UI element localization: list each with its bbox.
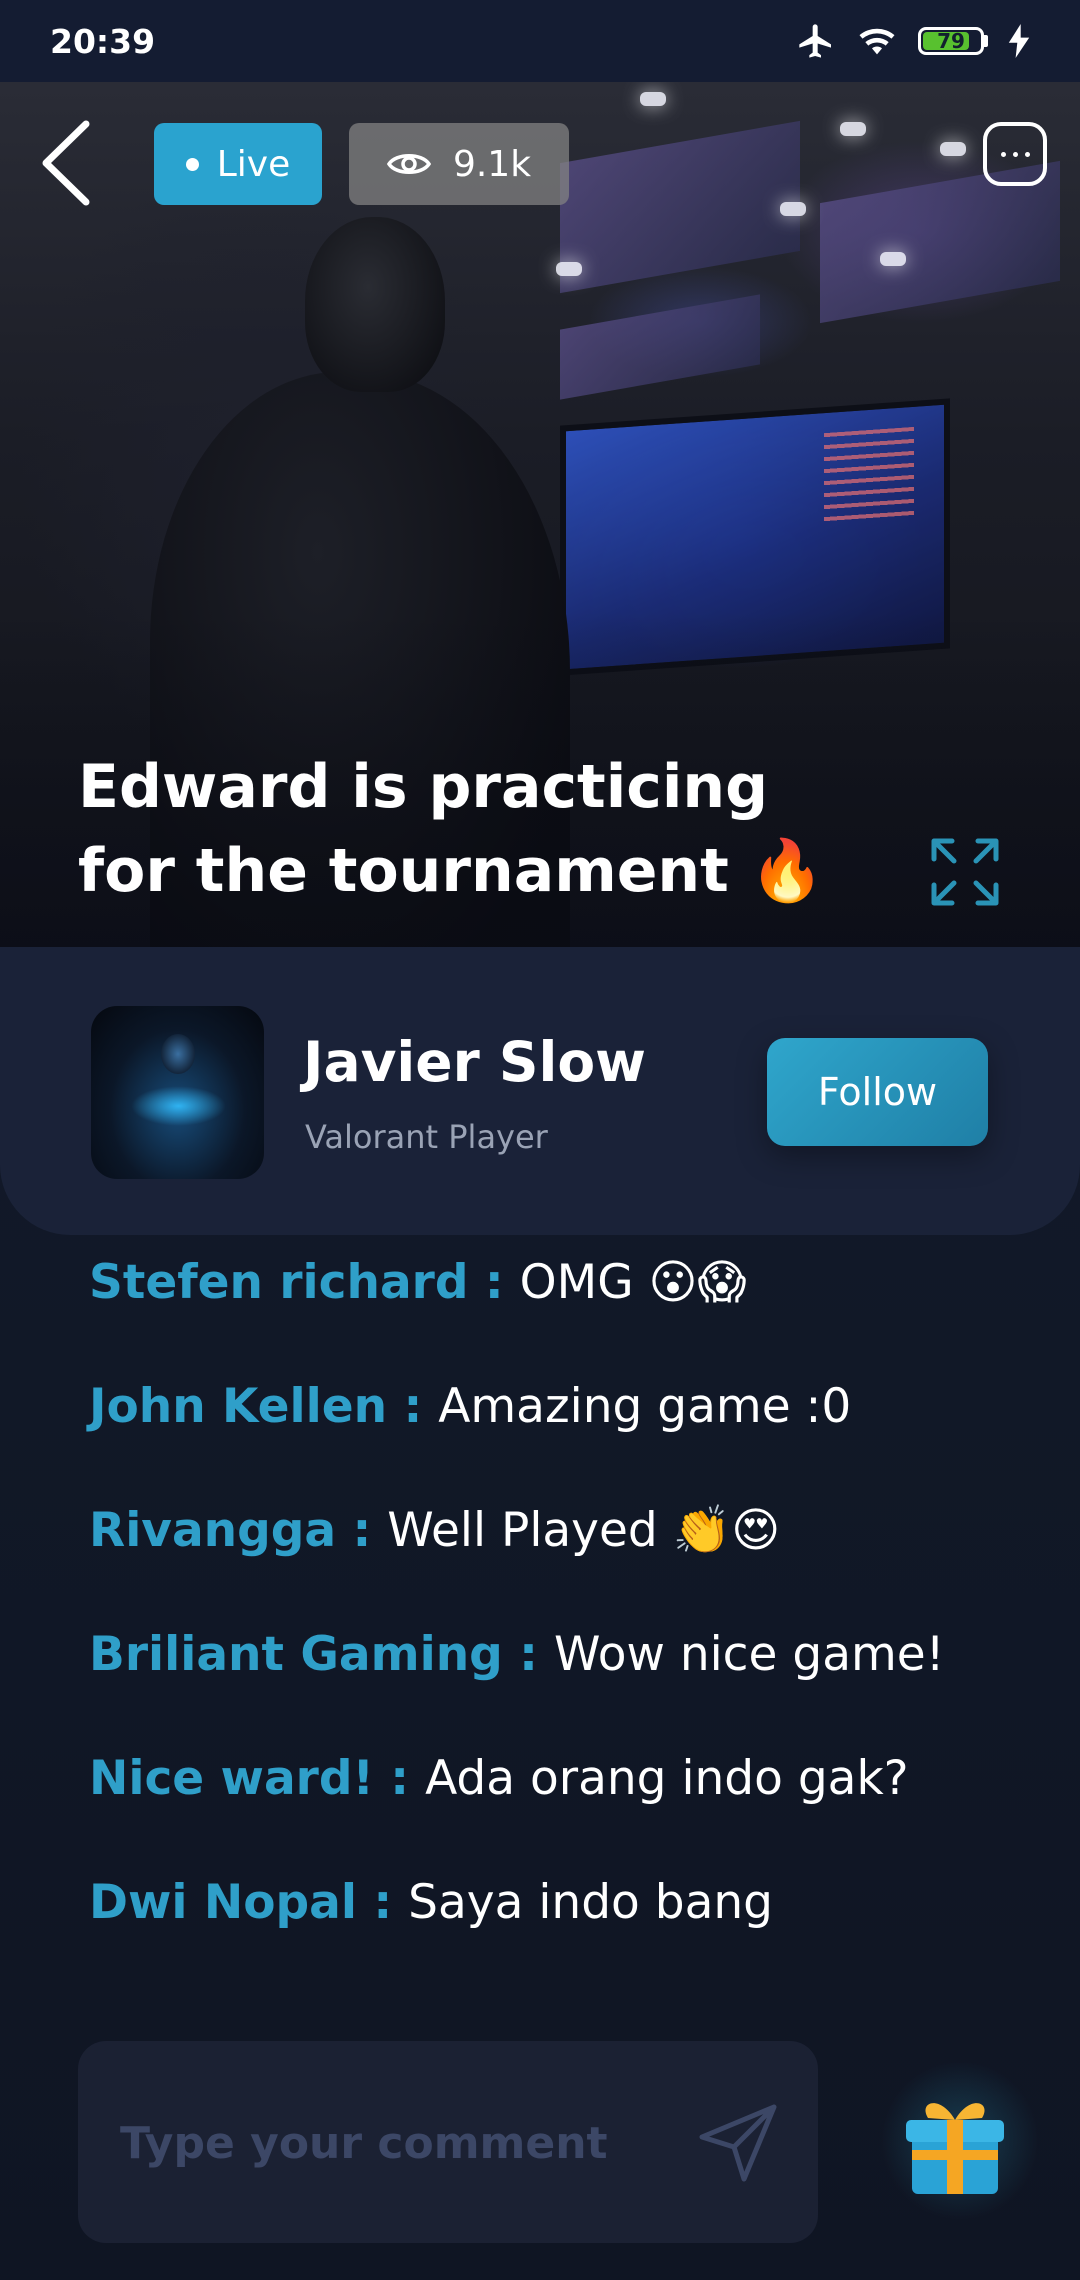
status-bar: 20:39 79 (0, 0, 1080, 82)
stage-light (556, 262, 582, 276)
comment-user[interactable]: Briliant Gaming : (89, 1627, 538, 1682)
send-icon (699, 2104, 777, 2182)
gift-button[interactable] (900, 2088, 1010, 2198)
comment-text: Wow nice game! (553, 1627, 945, 1682)
more-options-button[interactable] (983, 122, 1047, 186)
eye-icon (386, 154, 431, 174)
viewer-count: 9.1k (452, 143, 532, 185)
viewer-count-badge: 9.1k (349, 123, 569, 205)
wifi-icon (859, 28, 895, 55)
comment-user[interactable]: Nice ward! : (89, 1751, 409, 1806)
stream-title: Edward is practicing for the tournament … (78, 745, 838, 913)
send-button[interactable] (694, 2099, 782, 2187)
fullscreen-button[interactable] (928, 835, 1002, 909)
airplane-icon (799, 24, 831, 58)
comment-item: John Kellen : Amazing game :0 (89, 1379, 1039, 1503)
comment-text: Amazing game :0 (438, 1379, 852, 1434)
back-button[interactable] (38, 118, 94, 208)
gift-icon (906, 2103, 1004, 2194)
live-stream-screen: 20:39 79 Live 9.1k Edward is practicing … (0, 0, 1080, 2280)
battery-level: 79 (937, 29, 965, 53)
comment-item: Nice ward! : Ada orang indo gak? (89, 1751, 1039, 1875)
comment-composer (78, 2041, 818, 2243)
player-head (305, 217, 445, 392)
streamer-role: Valorant Player (305, 1118, 548, 1156)
expand-icon (931, 838, 999, 906)
comment-item: Rivangga : Well Played 👏😍 (89, 1503, 1039, 1627)
comment-user[interactable]: Dwi Nopal : (89, 1875, 392, 1930)
streamer-name: Javier Slow (303, 1030, 646, 1094)
comment-input[interactable] (120, 2103, 680, 2183)
comment-user[interactable]: John Kellen : (89, 1379, 422, 1434)
stage-light (640, 92, 666, 106)
comment-list: Stefen richard : OMG 😮😱 John Kellen : Am… (89, 1255, 1039, 1999)
back-arrow-icon (42, 120, 90, 206)
live-dot (185, 157, 199, 171)
charging-icon (1008, 24, 1030, 58)
status-time: 20:39 (50, 21, 156, 61)
comment-item: Dwi Nopal : Saya indo bang (89, 1875, 1039, 1999)
stage-light (840, 122, 866, 136)
more-icon (1000, 151, 1030, 157)
arena-banner (560, 120, 800, 294)
comment-text: OMG 😮😱 (519, 1255, 747, 1310)
comment-text: Well Played 👏😍 (387, 1503, 781, 1558)
comment-item: Stefen richard : OMG 😮😱 (89, 1255, 1039, 1379)
stream-title-line: Edward is practicing (78, 752, 769, 822)
stage-light (880, 252, 906, 266)
comment-text: Ada orang indo gak? (425, 1751, 909, 1806)
comment-user[interactable]: Rivangga : (89, 1503, 371, 1558)
stage-light (940, 142, 966, 156)
battery-icon: 79 (918, 27, 988, 55)
comment-user[interactable]: Stefen richard : (89, 1255, 504, 1310)
status-icons: 79 (796, 21, 1030, 61)
live-label: Live (216, 143, 291, 185)
arena-banner (560, 294, 760, 400)
comment-text: Saya indo bang (408, 1875, 773, 1930)
stage-light (780, 202, 806, 216)
live-badge: Live (154, 123, 322, 205)
follow-button[interactable]: Follow (767, 1038, 988, 1146)
stream-title-line: for the tournament 🔥 (78, 836, 825, 906)
comment-item: Briliant Gaming : Wow nice game! (89, 1627, 1039, 1751)
avatar[interactable] (91, 1006, 264, 1179)
